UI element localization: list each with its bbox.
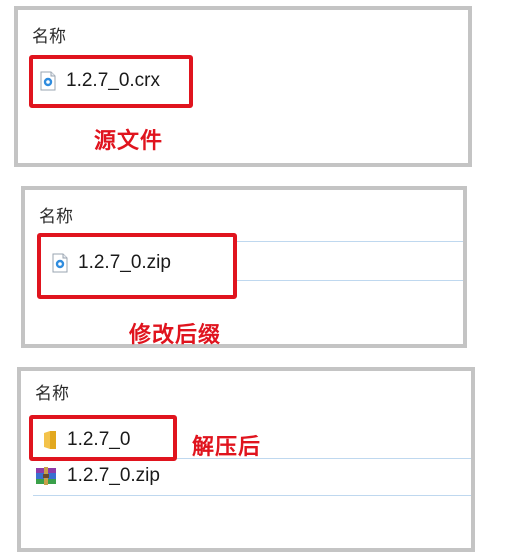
row-divider xyxy=(235,280,463,281)
explorer-panel-extracted: 名称 1.2.7_0 解压后 1.2.7_0.zip xyxy=(17,367,475,552)
highlight-box xyxy=(29,415,177,461)
caption-after-extract: 解压后 xyxy=(192,434,262,459)
explorer-panel-source: 名称 1.2.7_0.crx 源文件 xyxy=(14,6,472,167)
row-divider xyxy=(235,241,463,242)
caption-rename-extension: 修改后缀 xyxy=(129,322,222,347)
caption-source-file: 源文件 xyxy=(94,128,164,153)
explorer-panel-renamed: 名称 1.2.7_0.zip 修改后缀 xyxy=(21,186,467,348)
highlight-box xyxy=(29,55,193,108)
winrar-archive-icon xyxy=(36,467,56,485)
column-header-name[interactable]: 名称 xyxy=(35,379,69,404)
highlight-box xyxy=(37,233,237,299)
column-header-name[interactable]: 名称 xyxy=(32,22,66,47)
row-divider xyxy=(33,495,471,496)
file-item-archive[interactable]: 1.2.7_0.zip xyxy=(35,465,160,487)
column-header-name[interactable]: 名称 xyxy=(39,202,73,227)
file-name: 1.2.7_0.zip xyxy=(67,465,160,486)
